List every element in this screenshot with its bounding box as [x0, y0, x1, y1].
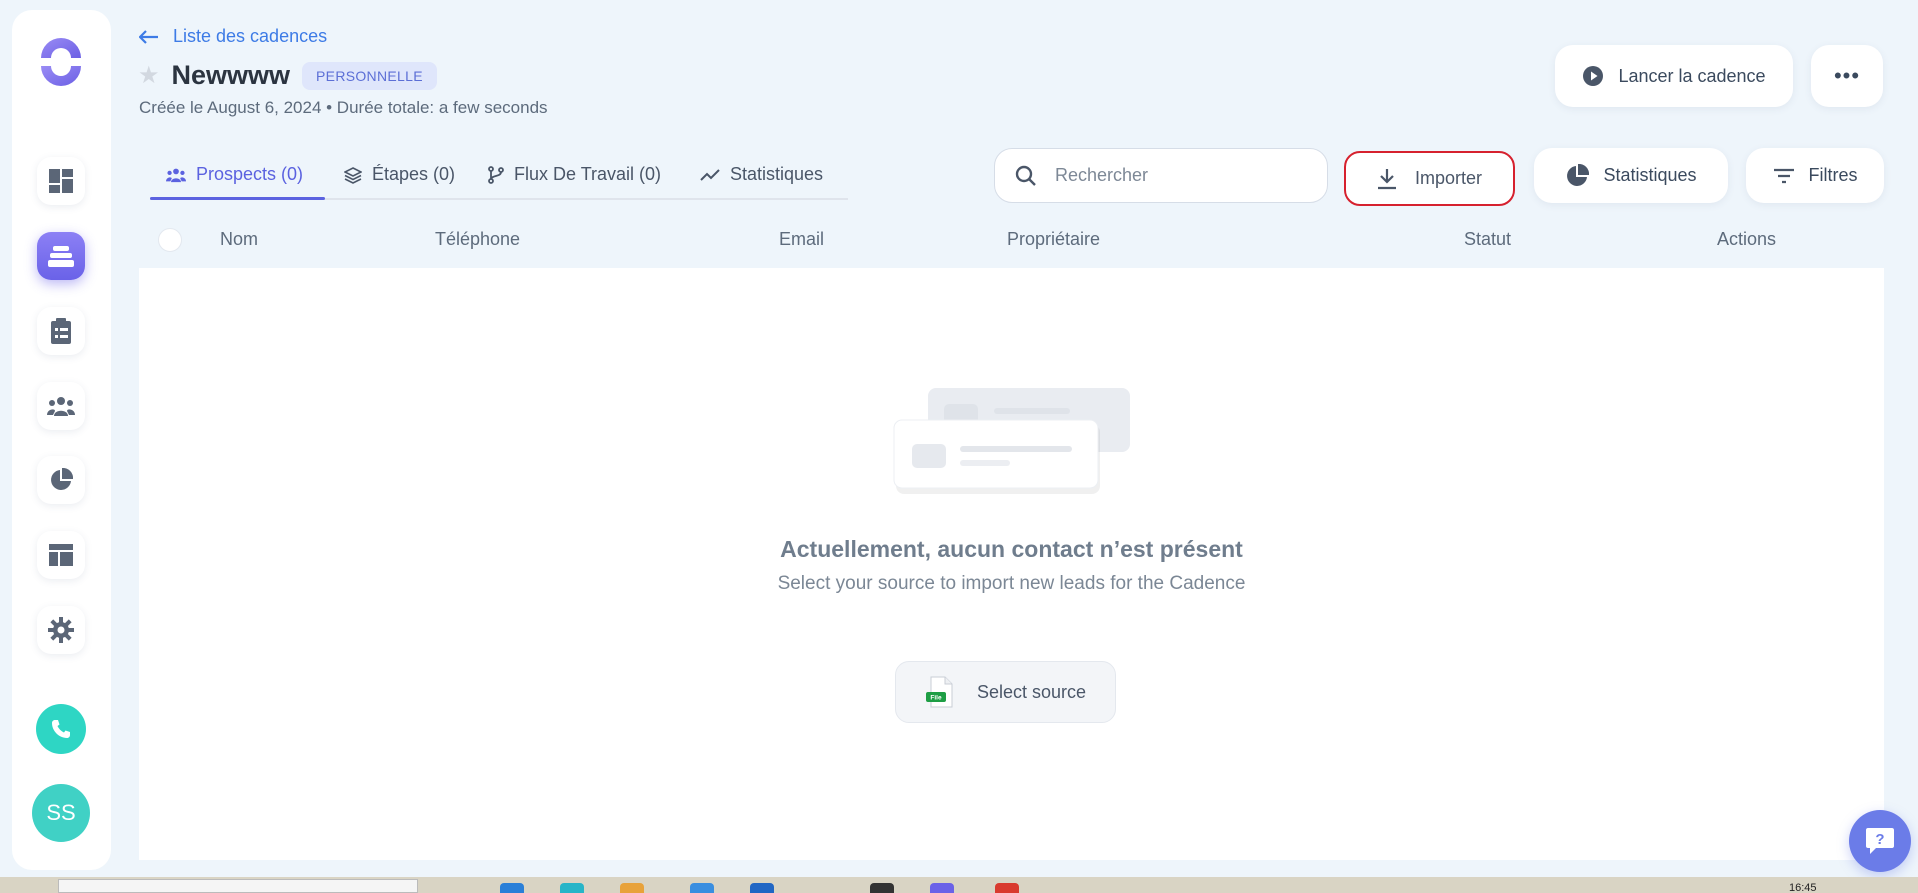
- more-dots-icon: •••: [1833, 63, 1861, 88]
- sidebar: SS: [12, 10, 111, 870]
- nav-dashboard[interactable]: [37, 157, 85, 205]
- layers-icon: [344, 166, 362, 184]
- cadence-type-badge: PERSONNELLE: [302, 61, 437, 90]
- user-avatar[interactable]: SS: [32, 784, 90, 842]
- created-info: Créée le August 6, 2024 • Durée totale: …: [139, 98, 548, 117]
- launch-cadence-label: Lancer la cadence: [1618, 65, 1766, 86]
- tab-etapes-label: Étapes (0): [372, 164, 456, 184]
- file-icon: File: [925, 676, 953, 708]
- search-input[interactable]: [1055, 165, 1285, 186]
- column-nom[interactable]: Nom: [220, 229, 258, 250]
- select-all-checkbox[interactable]: [158, 228, 182, 252]
- launch-cadence-button[interactable]: Lancer la cadence: [1555, 45, 1793, 107]
- tab-statistiques-label: Statistiques: [730, 164, 824, 184]
- empty-state-title: Actuellement, aucun contact n’est présen…: [780, 536, 1243, 562]
- dashboard-icon: [49, 169, 73, 193]
- column-actions: Actions: [1717, 229, 1777, 249]
- column-proprietaire[interactable]: Propriétaire: [1007, 229, 1100, 250]
- column-email[interactable]: Email: [779, 229, 824, 250]
- tab-workflow[interactable]: Flux De Travail (0): [488, 164, 661, 185]
- download-icon: [1377, 168, 1396, 189]
- taskbar-app-icon[interactable]: [995, 883, 1019, 893]
- import-button[interactable]: Importer: [1344, 151, 1515, 206]
- search-box[interactable]: [994, 148, 1328, 203]
- table-body: Actuellement, aucun contact n’est présen…: [139, 268, 1884, 860]
- title-row: ★ Newwww PERSONNELLE: [138, 60, 437, 91]
- taskbar-app-icon[interactable]: [870, 883, 894, 893]
- help-chat-button[interactable]: ?: [1849, 810, 1911, 872]
- select-source-label: Select source: [976, 681, 1087, 702]
- tab-etapes[interactable]: Étapes (0): [344, 164, 455, 185]
- pie-chart-icon: [1567, 163, 1590, 186]
- back-to-cadences-link[interactable]: Liste des cadences: [139, 26, 327, 47]
- import-label: Importer: [1414, 168, 1483, 188]
- table-header: Nom Téléphone Email Propriétaire Statut …: [139, 218, 1884, 268]
- nav-people[interactable]: [37, 382, 85, 430]
- statistics-button[interactable]: Statistiques: [1534, 148, 1728, 203]
- select-source-button[interactable]: File Select source: [895, 661, 1116, 723]
- filters-label: Filtres: [1808, 165, 1858, 185]
- trend-icon: [700, 168, 720, 181]
- taskbar-app-icon[interactable]: [500, 883, 524, 893]
- tab-statistiques[interactable]: Statistiques: [700, 164, 823, 185]
- more-options-button[interactable]: •••: [1811, 45, 1883, 107]
- statistics-label: Statistiques: [1603, 165, 1697, 185]
- users-icon: [166, 168, 186, 182]
- filter-icon: [1773, 168, 1794, 183]
- phone-icon: [52, 720, 70, 738]
- svg-text:?: ?: [1875, 831, 1884, 848]
- os-taskbar: 16:45: [0, 877, 1918, 893]
- taskbar-clock: 16:45: [1789, 882, 1817, 893]
- taskbar-app-icon[interactable]: [620, 883, 644, 893]
- nav-reports[interactable]: [37, 456, 85, 504]
- people-icon: [47, 397, 75, 416]
- workflow-icon: [488, 165, 504, 184]
- nav-templates[interactable]: [37, 531, 85, 579]
- arrow-left-icon: [139, 29, 158, 44]
- nav-tasks[interactable]: [37, 307, 85, 355]
- favorite-star-icon[interactable]: ★: [138, 61, 160, 90]
- taskbar-window-thumbnail[interactable]: [58, 879, 418, 893]
- tab-workflow-label: Flux De Travail (0): [514, 164, 662, 184]
- nav-cadences[interactable]: [37, 232, 85, 280]
- reports-icon: [51, 468, 73, 490]
- cadence-icon: [48, 246, 74, 267]
- tasks-icon: [51, 318, 71, 344]
- empty-state-illustration: [893, 388, 1130, 494]
- taskbar-app-icon[interactable]: [750, 883, 774, 893]
- taskbar-app-icon[interactable]: [930, 883, 954, 893]
- nav-settings[interactable]: [37, 606, 85, 654]
- active-tab-indicator: [150, 197, 325, 200]
- help-icon: ?: [1866, 828, 1894, 854]
- settings-icon: [48, 617, 74, 643]
- templates-icon: [49, 544, 73, 566]
- search-icon: [1015, 165, 1036, 186]
- empty-state-subtitle: Select your source to import new leads f…: [777, 573, 1246, 594]
- play-circle-icon: [1583, 66, 1604, 86]
- app-logo[interactable]: [35, 36, 87, 88]
- column-telephone[interactable]: Téléphone: [435, 229, 520, 250]
- taskbar-app-icon[interactable]: [690, 883, 714, 893]
- file-badge-label: File: [930, 695, 942, 702]
- page-title: Newwww: [171, 60, 291, 90]
- taskbar-app-icon[interactable]: [560, 883, 584, 893]
- call-button[interactable]: [36, 704, 86, 754]
- column-statut[interactable]: Statut: [1464, 229, 1511, 250]
- tabs-bar: Prospects (0) Étapes (0) Flux De Travail…: [150, 152, 848, 200]
- tab-prospects-label: Prospects (0): [196, 164, 304, 184]
- tab-prospects[interactable]: Prospects (0): [166, 164, 303, 185]
- back-link-label: Liste des cadences: [173, 26, 328, 46]
- filters-button[interactable]: Filtres: [1746, 148, 1884, 203]
